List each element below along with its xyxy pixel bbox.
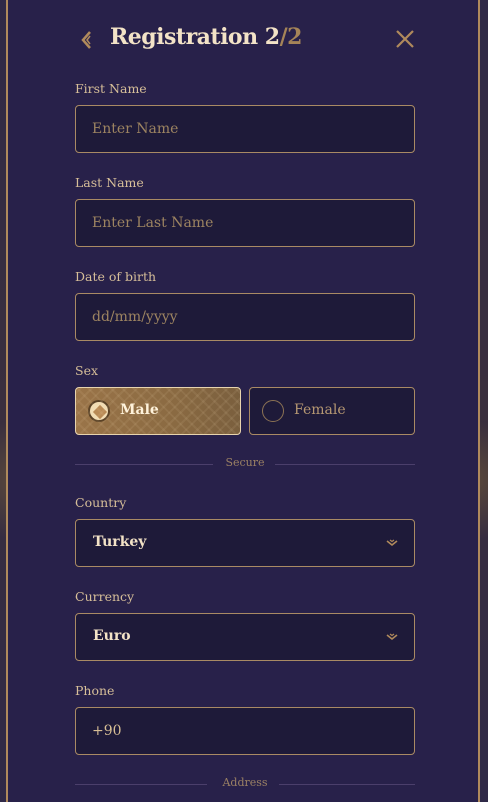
- step-total: 2: [287, 24, 302, 50]
- step-current: 2: [264, 24, 280, 50]
- secure-divider-text: Secure: [225, 456, 265, 469]
- sex-option-label: Male: [120, 402, 159, 418]
- title-text: Registration: [110, 24, 265, 50]
- sex-option-label: Female: [294, 402, 346, 418]
- registration-panel: Registration 2/2 First Name Last Name Da…: [6, 0, 480, 802]
- first-name-field-wrapper: [75, 105, 415, 153]
- phone-input[interactable]: [76, 708, 414, 754]
- country-value: Turkey: [93, 534, 147, 550]
- sex-option-female[interactable]: Female: [249, 387, 415, 435]
- dob-label: Date of birth: [75, 269, 157, 284]
- currency-value: Euro: [93, 628, 131, 644]
- dob-input[interactable]: [76, 294, 414, 340]
- last-name-field-wrapper: [75, 199, 415, 247]
- step-separator: /: [279, 24, 288, 50]
- country-label: Country: [75, 495, 127, 510]
- last-name-input[interactable]: [76, 200, 414, 246]
- radio-checked-icon: [88, 400, 110, 422]
- sex-label: Sex: [75, 363, 99, 378]
- dob-field-wrapper: [75, 293, 415, 341]
- last-name-label: Last Name: [75, 175, 144, 190]
- chevron-down-icon: [386, 633, 398, 641]
- close-icon[interactable]: [394, 28, 416, 50]
- country-select[interactable]: Turkey: [75, 519, 415, 567]
- currency-select[interactable]: Euro: [75, 613, 415, 661]
- address-divider-text: Address: [222, 776, 268, 789]
- phone-label: Phone: [75, 683, 115, 698]
- modal-title: Registration 2/2: [110, 24, 302, 50]
- radio-unchecked-icon: [262, 400, 284, 422]
- first-name-input[interactable]: [76, 106, 414, 152]
- address-divider: Address: [75, 776, 415, 792]
- back-arrow-icon[interactable]: [80, 30, 96, 50]
- first-name-label: First Name: [75, 81, 147, 96]
- secure-divider: Secure: [75, 456, 415, 472]
- sex-option-male[interactable]: Male: [75, 387, 241, 435]
- chevron-down-icon: [386, 539, 398, 547]
- currency-label: Currency: [75, 589, 135, 604]
- phone-field-wrapper: [75, 707, 415, 755]
- modal-header: Registration 2/2: [8, 22, 478, 58]
